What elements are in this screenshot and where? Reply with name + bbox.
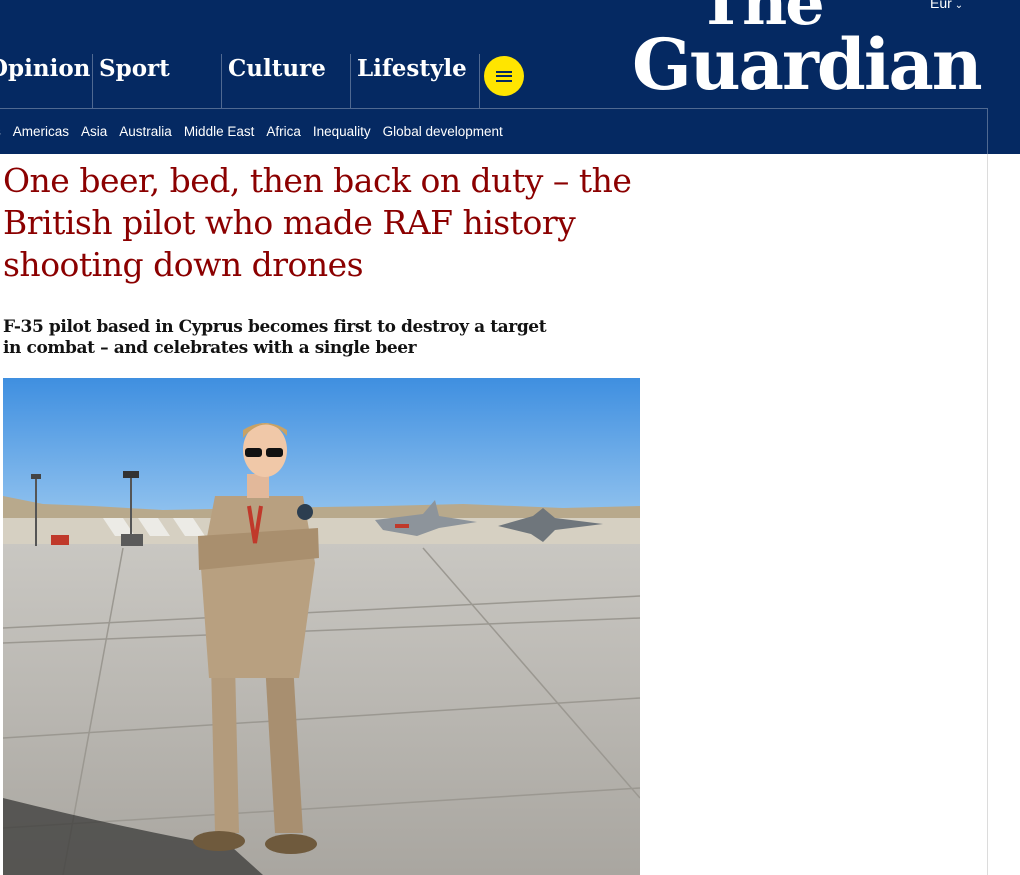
subnav-item-middle-east[interactable]: Middle East <box>184 124 255 139</box>
nav-divider <box>0 108 988 109</box>
article-standfirst: F-35 pilot based in Cyprus becomes first… <box>3 317 547 358</box>
nav-right-divider <box>987 108 988 154</box>
subnav-item-truncated[interactable]: s <box>0 124 1 139</box>
subnav-item-global-development[interactable]: Global development <box>383 124 503 139</box>
sub-nav: s Americas Asia Australia Middle East Af… <box>0 124 503 139</box>
logo-line2: Guardian <box>632 23 983 106</box>
hamburger-icon <box>496 70 512 82</box>
pillar-lifestyle[interactable]: Lifestyle <box>350 54 479 108</box>
menu-button[interactable] <box>484 56 524 96</box>
subnav-item-australia[interactable]: Australia <box>119 124 172 139</box>
column-rule <box>987 154 988 875</box>
guardian-logo[interactable]: The Guardian <box>632 0 983 102</box>
article-main-photo <box>3 378 640 875</box>
pillar-opinion[interactable]: Opinion <box>0 54 91 108</box>
pillar-culture[interactable]: Culture <box>221 54 350 108</box>
article-headline: One beer, bed, then back on duty – the B… <box>3 161 632 284</box>
subnav-item-africa[interactable]: Africa <box>266 124 301 139</box>
subnav-item-americas[interactable]: Americas <box>13 124 69 139</box>
masthead: Eur⌄ The Guardian Opinion Sport Culture … <box>0 0 1020 154</box>
subnav-item-asia[interactable]: Asia <box>81 124 107 139</box>
pillar-sport[interactable]: Sport <box>92 54 221 108</box>
subnav-item-inequality[interactable]: Inequality <box>313 124 371 139</box>
